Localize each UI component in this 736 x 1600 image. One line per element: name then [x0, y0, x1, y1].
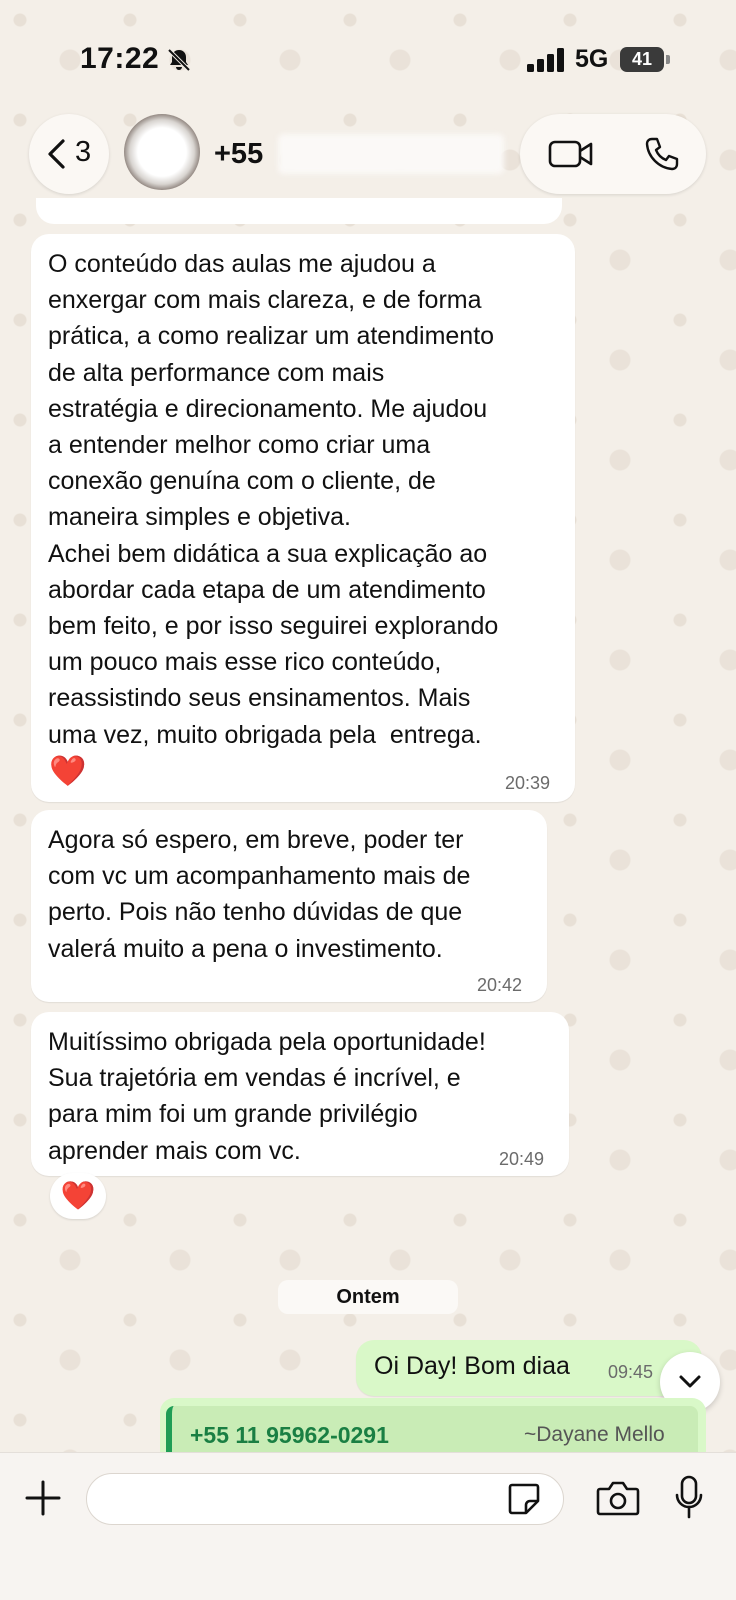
redacted-name: [278, 134, 504, 174]
message-bubble[interactable]: O conteúdo das aulas me ajudou a enxerga…: [31, 234, 575, 802]
message-time: 20:49: [499, 1149, 545, 1169]
reaction-heart[interactable]: ❤️: [50, 1173, 106, 1219]
message-bubble[interactable]: Muitíssimo obrigada pela oportunidade! S…: [31, 1012, 569, 1176]
battery-level: 41: [631, 49, 653, 69]
quoted-message[interactable]: +55 11 95962-0291 ~Dayane Mello: [166, 1406, 698, 1458]
message-time: 09:45: [608, 1362, 654, 1382]
status-bar: 17:22 5G 41: [0, 0, 736, 110]
chevron-down-icon: [679, 1375, 701, 1388]
quoted-sender-phone: +55 11 95962-0291: [190, 1422, 389, 1448]
status-time: 17:22: [80, 42, 160, 75]
battery-icon: 41: [620, 47, 670, 72]
sticker-icon[interactable]: [506, 1481, 542, 1517]
unread-count: 3: [75, 136, 92, 168]
message-input[interactable]: [86, 1473, 564, 1525]
phone-icon[interactable]: [644, 136, 680, 172]
message-text: Agora só espero, em breve, poder ter com…: [48, 826, 471, 963]
network-type: 5G: [575, 45, 609, 73]
call-actions: [520, 114, 706, 194]
message-time: 20:39: [505, 773, 551, 793]
plus-icon[interactable]: [24, 1479, 62, 1517]
chevron-left-icon: [48, 139, 65, 169]
bell-off-icon: [167, 48, 191, 72]
contact-name[interactable]: +55: [214, 138, 263, 171]
message-time: 20:42: [477, 975, 523, 995]
message-text: Oi Day! Bom diaa: [374, 1352, 570, 1380]
back-button[interactable]: 3: [29, 114, 109, 194]
date-separator: Ontem: [278, 1280, 458, 1314]
outgoing-quote-bubble[interactable]: +55 11 95962-0291 ~Dayane Mello: [160, 1398, 706, 1458]
message-text: Muitíssimo obrigada pela oportunidade! S…: [48, 1028, 486, 1165]
video-call-icon[interactable]: [548, 138, 594, 170]
previous-message-edge: [36, 198, 562, 224]
message-composer: [0, 1452, 736, 1600]
camera-icon[interactable]: [596, 1479, 640, 1517]
message-text: O conteúdo das aulas me ajudou a enxerga…: [48, 250, 499, 749]
heart-emoji: ❤️: [49, 755, 87, 788]
signal-icon: [527, 48, 564, 72]
microphone-icon[interactable]: [674, 1475, 704, 1521]
contact-avatar[interactable]: [124, 114, 200, 190]
message-bubble[interactable]: Agora só espero, em breve, poder ter com…: [31, 810, 547, 1002]
outgoing-message-bubble[interactable]: Oi Day! Bom diaa 09:45: [356, 1340, 702, 1396]
quoted-sender-name: ~Dayane Mello: [524, 1423, 665, 1446]
